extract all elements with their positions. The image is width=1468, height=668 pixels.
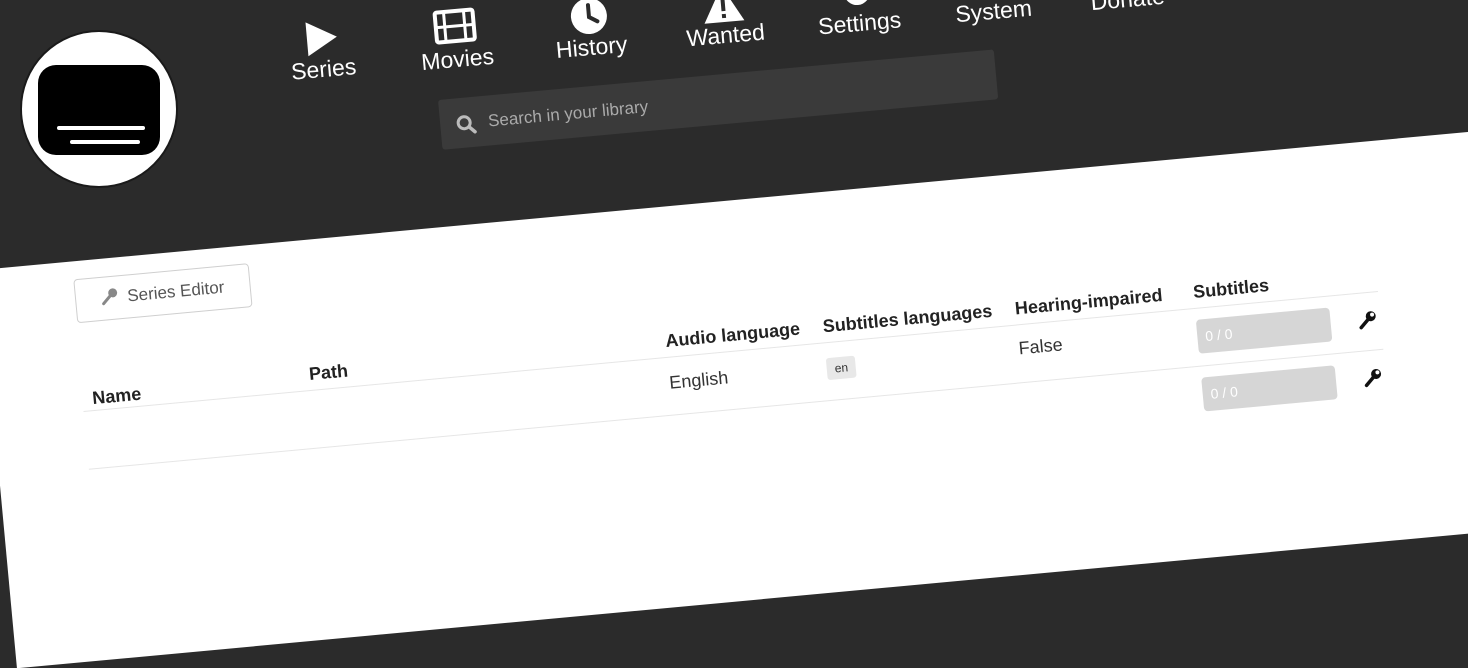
search-icon bbox=[455, 114, 477, 141]
nav-movies[interactable]: Movies bbox=[393, 3, 518, 78]
nav-settings[interactable]: Settings bbox=[795, 0, 920, 42]
header-divider bbox=[83, 290, 1379, 413]
nav-history-label: History bbox=[554, 30, 629, 63]
nav-series[interactable]: Series bbox=[259, 13, 384, 88]
search-input[interactable] bbox=[484, 61, 970, 138]
row-hearing-impaired: False bbox=[1017, 334, 1064, 359]
nav-wanted-label: Wanted bbox=[685, 18, 766, 52]
nav-system[interactable]: System bbox=[929, 0, 1054, 30]
col-header-path[interactable]: Path bbox=[308, 360, 349, 385]
row-audio-language: English bbox=[668, 367, 730, 393]
logo-line bbox=[57, 126, 145, 130]
subtitle-language-tag: en bbox=[825, 355, 858, 381]
row-divider bbox=[88, 348, 1384, 470]
subtitles-progress-text: 0 / 0 bbox=[1209, 383, 1239, 402]
series-table-panel: Series Editor Name Path Audio language S… bbox=[0, 129, 1468, 668]
nav-system-label: System bbox=[954, 0, 1033, 28]
col-header-subtitles-languages[interactable]: Subtitles languages bbox=[822, 301, 993, 338]
nav-history[interactable]: History bbox=[527, 0, 652, 66]
nav-settings-label: Settings bbox=[817, 6, 903, 40]
subtitles-progress: 0 / 0 bbox=[1201, 365, 1338, 412]
series-editor-button[interactable]: Series Editor bbox=[73, 263, 253, 324]
series-editor-label: Series Editor bbox=[126, 277, 226, 306]
play-icon bbox=[259, 13, 382, 59]
col-header-subtitles[interactable]: Subtitles bbox=[1192, 275, 1270, 303]
logo-line bbox=[70, 140, 140, 144]
table-row[interactable]: English en False 0 / 0 bbox=[0, 130, 1468, 393]
table-row[interactable]: 0 / 0 bbox=[0, 130, 1468, 412]
nav-movies-label: Movies bbox=[420, 42, 496, 76]
clock-icon bbox=[527, 0, 650, 37]
subtitles-progress: 0 / 0 bbox=[1195, 307, 1333, 354]
library-search[interactable] bbox=[438, 49, 999, 150]
wrench-icon bbox=[100, 286, 120, 311]
subtitles-progress-text: 0 / 0 bbox=[1204, 325, 1234, 345]
edit-wrench-icon[interactable] bbox=[1362, 367, 1384, 394]
nav-donate-label: Donate bbox=[1090, 0, 1166, 15]
nav-wanted[interactable]: 0 Wanted bbox=[661, 0, 786, 54]
nav-series-label: Series bbox=[289, 53, 358, 85]
film-icon bbox=[393, 3, 516, 49]
app-logo[interactable] bbox=[20, 30, 178, 188]
col-header-hearing-impaired[interactable]: Hearing-impaired bbox=[1014, 285, 1163, 320]
edit-wrench-icon[interactable] bbox=[1357, 309, 1379, 336]
nav-donate[interactable]: Donate bbox=[1063, 0, 1188, 18]
